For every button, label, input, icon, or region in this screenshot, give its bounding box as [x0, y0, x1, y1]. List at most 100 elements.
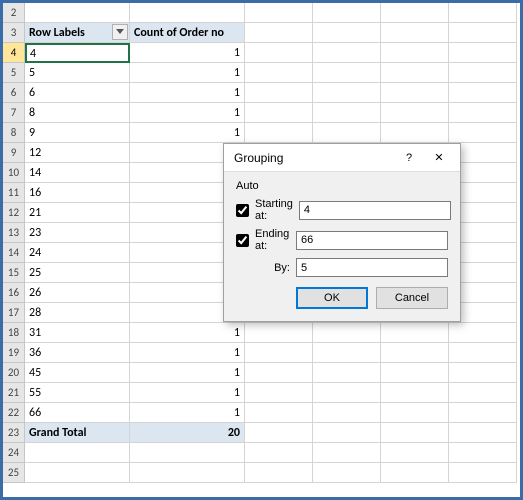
row-header[interactable]: 21 [3, 383, 25, 403]
empty-cell[interactable] [313, 443, 381, 463]
pivot-header-count[interactable]: Count of Order no [130, 23, 245, 43]
empty-cell[interactable] [313, 463, 381, 483]
empty-cell[interactable] [245, 343, 313, 363]
row-label-cell[interactable]: 45 [25, 363, 130, 383]
empty-cell[interactable] [381, 63, 449, 83]
empty-cell[interactable] [245, 383, 313, 403]
by-input[interactable] [296, 258, 448, 277]
row-label-cell[interactable]: 16 [25, 183, 130, 203]
row-label-cell[interactable]: 66 [25, 403, 130, 423]
empty-cell[interactable] [245, 3, 313, 23]
empty-cell[interactable] [449, 423, 517, 443]
empty-cell[interactable] [381, 43, 449, 63]
cancel-button[interactable]: Cancel [376, 287, 448, 309]
empty-cell[interactable] [381, 363, 449, 383]
empty-cell[interactable] [245, 63, 313, 83]
row-header[interactable]: 4 [3, 43, 25, 63]
empty-cell[interactable] [313, 103, 381, 123]
empty-cell[interactable] [245, 23, 313, 43]
row-label-cell[interactable]: 12 [25, 143, 130, 163]
count-cell[interactable]: 1 [130, 363, 245, 383]
count-cell[interactable]: 1 [130, 343, 245, 363]
empty-cell[interactable] [381, 323, 449, 343]
empty-cell[interactable] [313, 43, 381, 63]
count-cell[interactable]: 1 [130, 43, 245, 63]
row-header[interactable]: 5 [3, 63, 25, 83]
row-label-cell[interactable] [25, 463, 130, 483]
empty-cell[interactable] [381, 463, 449, 483]
row-header[interactable]: 25 [3, 463, 25, 483]
empty-cell[interactable] [381, 23, 449, 43]
empty-cell[interactable] [245, 103, 313, 123]
empty-cell[interactable] [313, 403, 381, 423]
empty-cell[interactable] [313, 3, 381, 23]
empty-cell[interactable] [449, 323, 517, 343]
ok-button[interactable]: OK [296, 287, 368, 309]
count-cell[interactable]: 1 [130, 63, 245, 83]
row-label-cell[interactable]: 24 [25, 243, 130, 263]
empty-cell[interactable] [449, 383, 517, 403]
row-label-cell[interactable]: 4 [25, 43, 130, 63]
row-header[interactable]: 22 [3, 403, 25, 423]
empty-cell[interactable] [449, 23, 517, 43]
empty-cell[interactable] [449, 123, 517, 143]
empty-cell[interactable] [245, 403, 313, 423]
row-header[interactable]: 17 [3, 303, 25, 323]
empty-cell[interactable] [449, 3, 517, 23]
count-cell[interactable]: 1 [130, 83, 245, 103]
row-header[interactable]: 14 [3, 243, 25, 263]
ending-at-input[interactable] [296, 231, 448, 250]
row-header[interactable]: 24 [3, 443, 25, 463]
row-label-cell[interactable]: 26 [25, 283, 130, 303]
empty-cell[interactable] [449, 83, 517, 103]
row-label-cell[interactable]: 55 [25, 383, 130, 403]
row-header[interactable]: 19 [3, 343, 25, 363]
empty-cell[interactable] [381, 3, 449, 23]
empty-cell[interactable] [245, 123, 313, 143]
filter-dropdown-icon[interactable] [112, 24, 128, 40]
row-label-cell[interactable]: 9 [25, 123, 130, 143]
empty-cell[interactable] [313, 363, 381, 383]
empty-cell[interactable] [313, 423, 381, 443]
empty-cell[interactable] [449, 363, 517, 383]
row-label-cell[interactable] [25, 443, 130, 463]
count-cell[interactable]: 1 [130, 103, 245, 123]
count-cell[interactable]: 1 [130, 123, 245, 143]
empty-cell[interactable] [381, 383, 449, 403]
dialog-titlebar[interactable]: Grouping ? ✕ [224, 144, 460, 172]
row-header[interactable]: 8 [3, 123, 25, 143]
row-label-cell[interactable]: 28 [25, 303, 130, 323]
row-label-cell[interactable]: 36 [25, 343, 130, 363]
row-label-cell[interactable]: 21 [25, 203, 130, 223]
row-header[interactable]: 16 [3, 283, 25, 303]
row-label-cell[interactable]: 31 [25, 323, 130, 343]
count-cell[interactable]: 1 [130, 383, 245, 403]
empty-cell[interactable] [381, 423, 449, 443]
row-header[interactable]: 15 [3, 263, 25, 283]
empty-cell[interactable] [449, 43, 517, 63]
empty-cell[interactable] [381, 343, 449, 363]
row-header[interactable]: 20 [3, 363, 25, 383]
empty-cell[interactable] [245, 83, 313, 103]
empty-cell[interactable] [313, 23, 381, 43]
empty-cell[interactable] [381, 103, 449, 123]
count-cell[interactable] [130, 463, 245, 483]
empty-cell[interactable] [449, 403, 517, 423]
count-cell[interactable] [130, 443, 245, 463]
row-label-cell[interactable]: 25 [25, 263, 130, 283]
row-label-cell[interactable]: 8 [25, 103, 130, 123]
row-header[interactable]: 9 [3, 143, 25, 163]
empty-cell[interactable] [449, 463, 517, 483]
starting-at-checkbox[interactable] [236, 204, 249, 217]
row-header[interactable]: 10 [3, 163, 25, 183]
empty-cell[interactable] [381, 123, 449, 143]
row-header[interactable]: 2 [3, 3, 25, 23]
row-header[interactable]: 12 [3, 203, 25, 223]
row-header[interactable]: 3 [3, 23, 25, 43]
empty-cell[interactable] [245, 443, 313, 463]
empty-cell[interactable] [449, 443, 517, 463]
help-button[interactable]: ? [394, 147, 424, 169]
row-header[interactable]: 23 [3, 423, 25, 443]
grand-total-label[interactable]: Grand Total [25, 423, 130, 443]
row-header[interactable]: 7 [3, 103, 25, 123]
